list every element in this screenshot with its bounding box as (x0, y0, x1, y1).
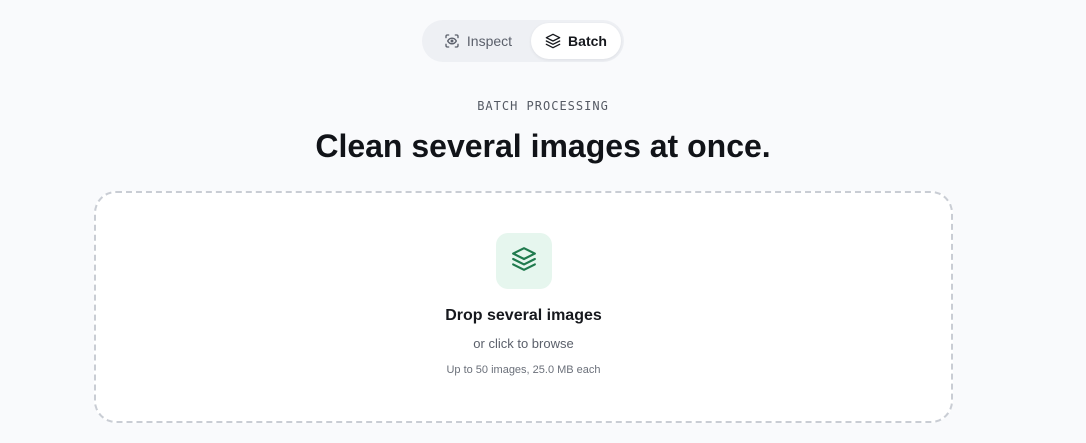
layers-icon (545, 33, 561, 49)
layers-icon (511, 246, 537, 277)
section-eyebrow: BATCH PROCESSING (477, 99, 609, 113)
image-dropzone[interactable]: Drop several images or click to browse U… (94, 191, 953, 423)
dropzone-icon-tile (496, 233, 552, 289)
mode-switch: Inspect Batch (422, 20, 624, 62)
upload-limits: Up to 50 images, 25.0 MB each (446, 364, 601, 376)
page-title: Clean several images at once. (315, 128, 771, 164)
inspect-tab-label: Inspect (466, 33, 513, 49)
dropzone-title: Drop several images (445, 307, 602, 324)
browse-link[interactable]: or click to browse (96, 336, 951, 351)
batch-tab[interactable]: Batch (531, 23, 621, 59)
batch-tab-label: Batch (568, 33, 607, 49)
batch-page: Inspect Batch BATCH PROCESSING Clean sev… (0, 0, 1086, 443)
scan-eye-icon (444, 33, 460, 49)
inspect-tab[interactable]: Inspect (425, 23, 531, 59)
